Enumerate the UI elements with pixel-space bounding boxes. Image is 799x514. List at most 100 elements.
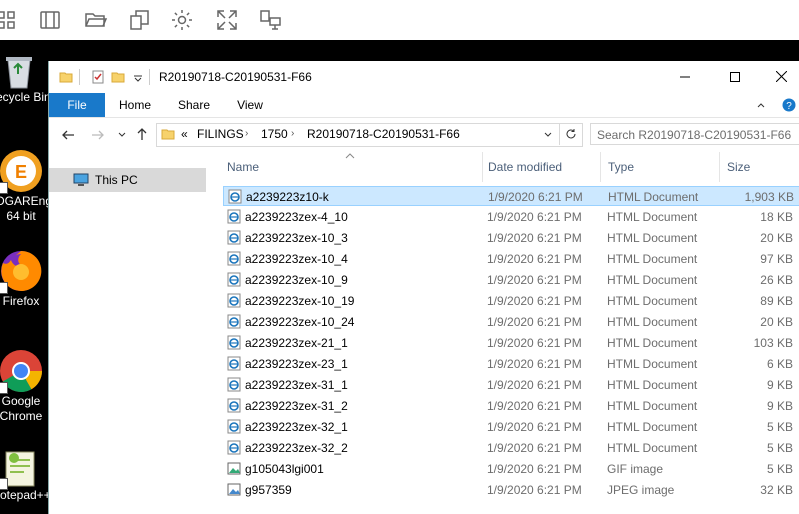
recent-locations-chevron-icon[interactable] <box>117 130 127 140</box>
window-title: R20190718-C20190531-F66 <box>159 70 312 84</box>
address-bar[interactable]: « FILINGS › 1750 › R20190718-C20190531-F… <box>156 123 583 147</box>
recycle-bin-icon <box>6 57 32 89</box>
nav-item-this-pc[interactable]: This PC <box>49 168 206 192</box>
file-explorer-window: R20190718-C20190531-F66 File Home Share … <box>48 61 799 514</box>
maximize-icon <box>730 72 740 82</box>
tab-file[interactable]: File <box>49 93 105 117</box>
breadcrumb-chevron-icon[interactable]: › <box>245 128 248 139</box>
quick-access-dropdown-icon[interactable] <box>133 73 143 83</box>
file-type: HTML Document <box>607 399 698 413</box>
refresh-button[interactable] <box>559 123 582 145</box>
forward-arrow-icon[interactable] <box>91 128 105 142</box>
breadcrumb-item[interactable]: 1750 <box>261 127 288 141</box>
maximize-button[interactable] <box>712 61 758 93</box>
folder-open-icon[interactable] <box>84 8 108 32</box>
file-row[interactable]: a2239223zex-10_4 1/9/2020 6:21 PM HTML Doc… <box>223 249 799 269</box>
file-size: 6 KB <box>766 357 793 371</box>
column-header-type[interactable]: Type <box>608 152 634 182</box>
tab-share[interactable]: Share <box>169 93 219 117</box>
file-date-modified: 1/9/2020 6:21 PM <box>487 357 582 371</box>
html-icon <box>227 251 241 266</box>
file-row[interactable]: a2239223zex-10_3 1/9/2020 6:21 PM HTML Doc… <box>223 228 799 248</box>
address-dropdown-icon[interactable] <box>543 130 553 140</box>
file-name: g957359 <box>245 483 292 497</box>
file-row[interactable]: g105043lgi001 1/9/2020 6:21 PM GIF image 5 … <box>223 459 799 479</box>
file-row[interactable]: a2239223zex-31_2 1/9/2020 6:21 PM HTML Doc… <box>223 396 799 416</box>
file-row[interactable]: a2239223zex-32_1 1/9/2020 6:21 PM HTML Doc… <box>223 417 799 437</box>
file-row[interactable]: a2239223zex-21_1 1/9/2020 6:21 PM HTML Doc… <box>223 333 799 353</box>
column-header-size[interactable]: Size <box>727 152 750 182</box>
expand-ribbon-icon[interactable] <box>755 99 767 111</box>
column-header-date-modified[interactable]: Date modified <box>488 152 562 182</box>
file-name: a2239223zex-10_19 <box>245 294 355 308</box>
grid-icon[interactable] <box>0 8 18 32</box>
file-type: HTML Document <box>607 357 698 371</box>
desktop-icon-google-chrome[interactable]: Google Chrome <box>0 348 46 424</box>
desktop-icon-firefox[interactable]: Firefox <box>0 248 46 309</box>
breadcrumb-overflow[interactable]: « <box>181 127 188 141</box>
properties-icon[interactable] <box>91 70 105 84</box>
breadcrumb-item[interactable]: FILINGS <box>197 127 244 141</box>
svg-text:E: E <box>15 162 27 182</box>
html-icon <box>227 440 241 455</box>
html-icon <box>228 189 242 204</box>
file-row[interactable]: a2239223zex-10_24 1/9/2020 6:21 PM HTML Do… <box>223 312 799 332</box>
file-date-modified: 1/9/2020 6:21 PM <box>488 190 583 204</box>
desktop-icon-notepadpp[interactable]: Notepad++ <box>0 448 51 503</box>
file-name: a2239223zex-23_1 <box>245 357 348 371</box>
up-arrow-icon[interactable] <box>135 127 149 141</box>
html-icon <box>227 293 241 308</box>
file-row[interactable]: a2239223zex-31_1 1/9/2020 6:21 PM HTML Doc… <box>223 375 799 395</box>
computer-icon <box>73 173 89 186</box>
file-row[interactable]: a2239223zex-23_1 1/9/2020 6:21 PM HTML Doc… <box>223 354 799 374</box>
desktop-icon-edgareng[interactable]: E EDGAREng. 64 bit <box>0 148 55 224</box>
file-row[interactable]: a2239223zex-32_2 1/9/2020 6:21 PM HTML Doc… <box>223 438 799 458</box>
close-button[interactable] <box>758 61 799 93</box>
window-panels-icon[interactable] <box>38 8 62 32</box>
nav-item-label: This PC <box>95 173 138 187</box>
file-type: HTML Document <box>608 190 699 204</box>
file-date-modified: 1/9/2020 6:21 PM <box>487 441 582 455</box>
help-icon[interactable]: ? <box>782 98 796 112</box>
new-folder-icon[interactable] <box>111 70 125 84</box>
html-icon <box>227 272 241 287</box>
desktop-icon-recycle-bin[interactable]: Recycle Bin <box>0 52 51 105</box>
file-size: 89 KB <box>760 294 793 308</box>
minimize-icon <box>680 76 690 78</box>
desktop-icon-label: Google Chrome <box>0 394 43 423</box>
tab-view[interactable]: View <box>227 93 273 117</box>
file-row[interactable]: a2239223zex-10_19 1/9/2020 6:21 PM HTML Do… <box>223 291 799 311</box>
file-row[interactable]: a2239223zex-4_10 1/9/2020 6:21 PM HTML Doc… <box>223 207 799 227</box>
html-icon <box>227 335 241 350</box>
file-row[interactable]: a2239223z10-k 1/9/2020 6:21 PM HTML Docume… <box>223 186 799 206</box>
file-type: HTML Document <box>607 210 698 224</box>
close-icon <box>775 70 787 83</box>
column-divider[interactable] <box>600 152 601 182</box>
desktop-icon-label: Recycle Bin <box>0 90 51 104</box>
column-header-name[interactable]: Name <box>227 152 259 182</box>
tab-home[interactable]: Home <box>111 93 159 117</box>
column-divider[interactable] <box>482 152 483 182</box>
ribbon-tabs: File Home Share View ? <box>49 93 799 118</box>
shortcut-arrow-icon <box>0 182 8 194</box>
file-row[interactable]: g957359 1/9/2020 6:21 PM JPEG image 32 KB <box>223 480 799 500</box>
breadcrumb-chevron-icon[interactable]: › <box>291 128 294 139</box>
file-size: 5 KB <box>766 420 793 434</box>
file-type: HTML Document <box>607 336 698 350</box>
fullscreen-icon[interactable] <box>215 8 239 32</box>
column-divider[interactable] <box>719 152 720 182</box>
copy-devices-icon[interactable] <box>128 8 152 32</box>
file-date-modified: 1/9/2020 6:21 PM <box>487 336 582 350</box>
remote-desktop-icon[interactable] <box>258 8 282 32</box>
file-type: HTML Document <box>607 273 698 287</box>
back-arrow-icon[interactable] <box>61 128 75 142</box>
breadcrumb-item[interactable]: R20190718-C20190531-F66 <box>307 127 460 141</box>
shortcut-arrow-icon <box>0 282 8 294</box>
gear-icon[interactable] <box>170 8 194 32</box>
folder-icon <box>59 72 73 83</box>
minimize-button[interactable] <box>662 61 708 93</box>
search-input[interactable]: Search R20190718-C20190531-F66 <box>590 123 799 145</box>
file-row[interactable]: a2239223zex-10_9 1/9/2020 6:21 PM HTML Doc… <box>223 270 799 290</box>
file-type: HTML Document <box>607 378 698 392</box>
title-bar[interactable]: R20190718-C20190531-F66 <box>49 61 799 93</box>
